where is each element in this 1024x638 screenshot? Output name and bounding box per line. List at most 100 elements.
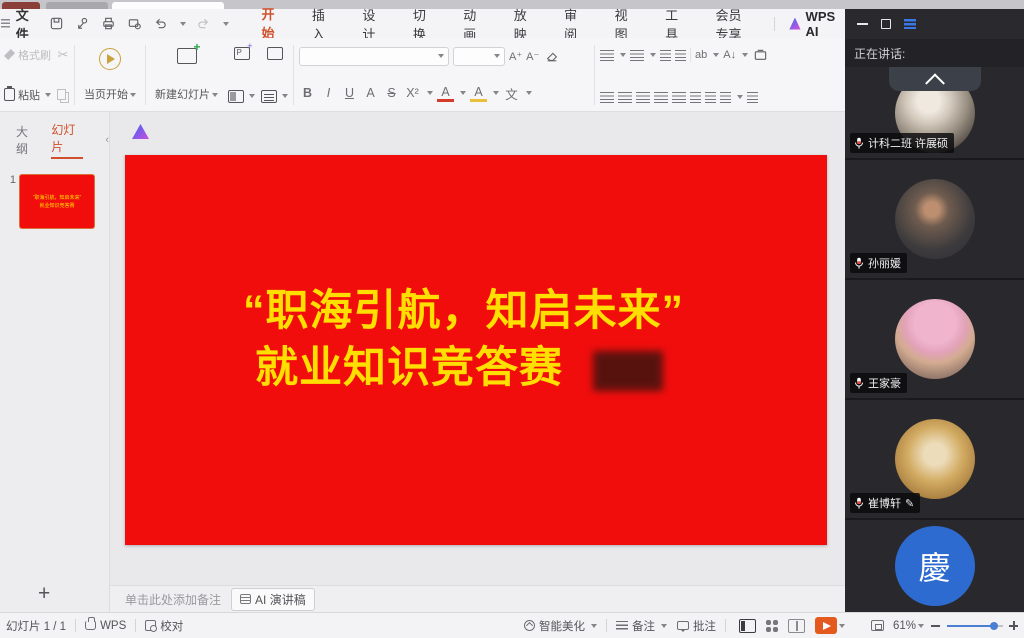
outline-tab[interactable]: 大纲: [16, 123, 37, 157]
wps-tools-button[interactable]: WPS: [85, 620, 126, 632]
undo-dropdown-caret[interactable]: [180, 22, 186, 26]
maximize-icon[interactable]: [881, 19, 891, 29]
font-name-dropdown[interactable]: [299, 47, 449, 66]
slideshow-caret[interactable]: [839, 624, 845, 628]
reuse-slides-icon[interactable]: [267, 47, 283, 60]
increase-indent-icon[interactable]: [675, 50, 686, 61]
normal-view-button[interactable]: [739, 619, 756, 633]
proofread-button[interactable]: 校对: [145, 618, 183, 634]
window-tab-inactive[interactable]: [46, 2, 108, 9]
zoom-level[interactable]: 61%: [893, 620, 916, 632]
export-pdf-icon[interactable]: [74, 15, 91, 32]
file-menu-button[interactable]: 文件: [16, 5, 39, 43]
paragraph-spacing-caret[interactable]: [737, 95, 743, 99]
column-spacing-icon[interactable]: [705, 92, 716, 103]
section-caret[interactable]: [282, 94, 288, 98]
bold-button[interactable]: B: [299, 86, 316, 100]
smart-beautify-button[interactable]: 智能美化: [524, 618, 597, 634]
zoom-slider-knob[interactable]: [990, 622, 998, 630]
slides-tab[interactable]: 幻灯片: [51, 121, 83, 159]
minimize-icon[interactable]: [857, 23, 868, 25]
text-direction-caret[interactable]: [742, 53, 748, 57]
char-spacing-caret[interactable]: [713, 53, 719, 57]
text-effects-caret[interactable]: [526, 91, 532, 95]
zoom-in-button[interactable]: [1009, 621, 1018, 630]
bullet-list-caret[interactable]: [620, 53, 626, 57]
slide-canvas[interactable]: “职海引航，知启未来” 就业知识竞答赛: [125, 155, 827, 545]
participant-tile[interactable]: 王家豪: [845, 278, 1024, 398]
char-style-button[interactable]: A: [362, 86, 379, 100]
section-icon[interactable]: [261, 90, 277, 103]
customize-toolbar-caret[interactable]: [223, 22, 229, 26]
italic-button[interactable]: I: [320, 86, 337, 100]
slide-thumbnail[interactable]: “职海引航，知启未来” 就业知识竞答赛: [19, 174, 95, 229]
numbered-list-caret[interactable]: [650, 53, 656, 57]
zoom-slider[interactable]: [947, 625, 1003, 627]
align-center-icon[interactable]: [618, 92, 632, 103]
slide-layout-icon[interactable]: [228, 90, 244, 103]
main-menu-icon[interactable]: [1, 19, 10, 28]
font-size-caret: [494, 54, 500, 58]
print-icon[interactable]: [100, 15, 117, 32]
grow-font-button[interactable]: A⁺: [509, 50, 522, 63]
insert-textbox-icon[interactable]: [752, 47, 769, 64]
superscript-button[interactable]: X²: [404, 86, 421, 100]
fit-to-window-icon[interactable]: [871, 620, 884, 631]
zoom-level-caret[interactable]: [918, 624, 924, 628]
notes-placeholder[interactable]: 单击此处添加备注: [125, 591, 221, 608]
text-direction-button[interactable]: A↓: [723, 49, 736, 61]
play-from-current-button[interactable]: 当页开始: [80, 46, 140, 104]
ai-speech-draft-button[interactable]: AI 演讲稿: [231, 588, 315, 611]
collapse-panel-arrow[interactable]: ‹: [105, 134, 109, 146]
start-slideshow-button[interactable]: [815, 617, 837, 634]
wps-ai-floating-icon[interactable]: [132, 124, 149, 139]
format-painter-button[interactable]: 格式刷: [4, 47, 51, 63]
numbered-list-icon[interactable]: [630, 50, 644, 61]
participant-tile[interactable]: 孙丽媛: [845, 158, 1024, 278]
slide-sorter-view-button[interactable]: [766, 620, 771, 625]
decrease-indent-icon[interactable]: [660, 50, 671, 61]
underline-button[interactable]: U: [341, 86, 358, 100]
align-left-icon[interactable]: [600, 92, 614, 103]
highlight-color-button[interactable]: A: [470, 85, 487, 102]
align-justify-icon[interactable]: [654, 92, 668, 103]
font-color-caret[interactable]: [460, 91, 466, 95]
paragraph-spacing-icon[interactable]: [720, 92, 731, 103]
copy-icon[interactable]: [57, 89, 66, 100]
cut-icon[interactable]: ✂: [58, 47, 69, 63]
layout-caret[interactable]: [249, 94, 255, 98]
notes-toggle-button[interactable]: 备注: [616, 618, 667, 634]
participant-tile[interactable]: 计科二班 许展硕: [845, 67, 1024, 158]
distribute-text-icon[interactable]: [672, 92, 686, 103]
strikethrough-button[interactable]: S: [383, 86, 400, 100]
comments-button[interactable]: 批注: [677, 618, 716, 634]
print-preview-icon[interactable]: [126, 15, 143, 32]
shrink-font-button[interactable]: A⁻: [526, 50, 539, 63]
align-objects-icon[interactable]: [747, 92, 758, 103]
font-size-dropdown[interactable]: [453, 47, 505, 66]
save-icon[interactable]: [48, 15, 65, 32]
align-right-icon[interactable]: [636, 92, 650, 103]
char-spacing-button[interactable]: ab: [695, 49, 707, 61]
undo-icon[interactable]: [152, 15, 169, 32]
participant-list-icon[interactable]: [904, 19, 916, 29]
reading-view-button[interactable]: [788, 619, 805, 633]
highlight-caret[interactable]: [493, 91, 499, 95]
redo-icon[interactable]: [195, 15, 212, 32]
add-slide-button[interactable]: +: [38, 582, 50, 606]
collapse-chevron-up[interactable]: [889, 67, 981, 91]
line-spacing-icon[interactable]: [690, 92, 701, 103]
text-effects-button[interactable]: 文: [503, 84, 520, 103]
bullet-list-icon[interactable]: [600, 50, 614, 61]
window-tab-active-document[interactable]: [112, 2, 224, 9]
new-slide-button[interactable]: 新建幻灯片: [151, 46, 222, 104]
zoom-out-button[interactable]: [931, 625, 940, 627]
slide-from-template-icon[interactable]: [234, 47, 250, 60]
font-color-button[interactable]: A: [437, 85, 454, 102]
wps-ai-button[interactable]: WPS AI: [789, 9, 845, 39]
paste-button[interactable]: 粘贴: [4, 87, 51, 103]
participant-tile[interactable]: 崔博轩 ✎: [845, 398, 1024, 518]
participant-tile[interactable]: 慶: [845, 518, 1024, 612]
clear-format-icon[interactable]: [543, 48, 560, 65]
superscript-caret[interactable]: [427, 91, 433, 95]
